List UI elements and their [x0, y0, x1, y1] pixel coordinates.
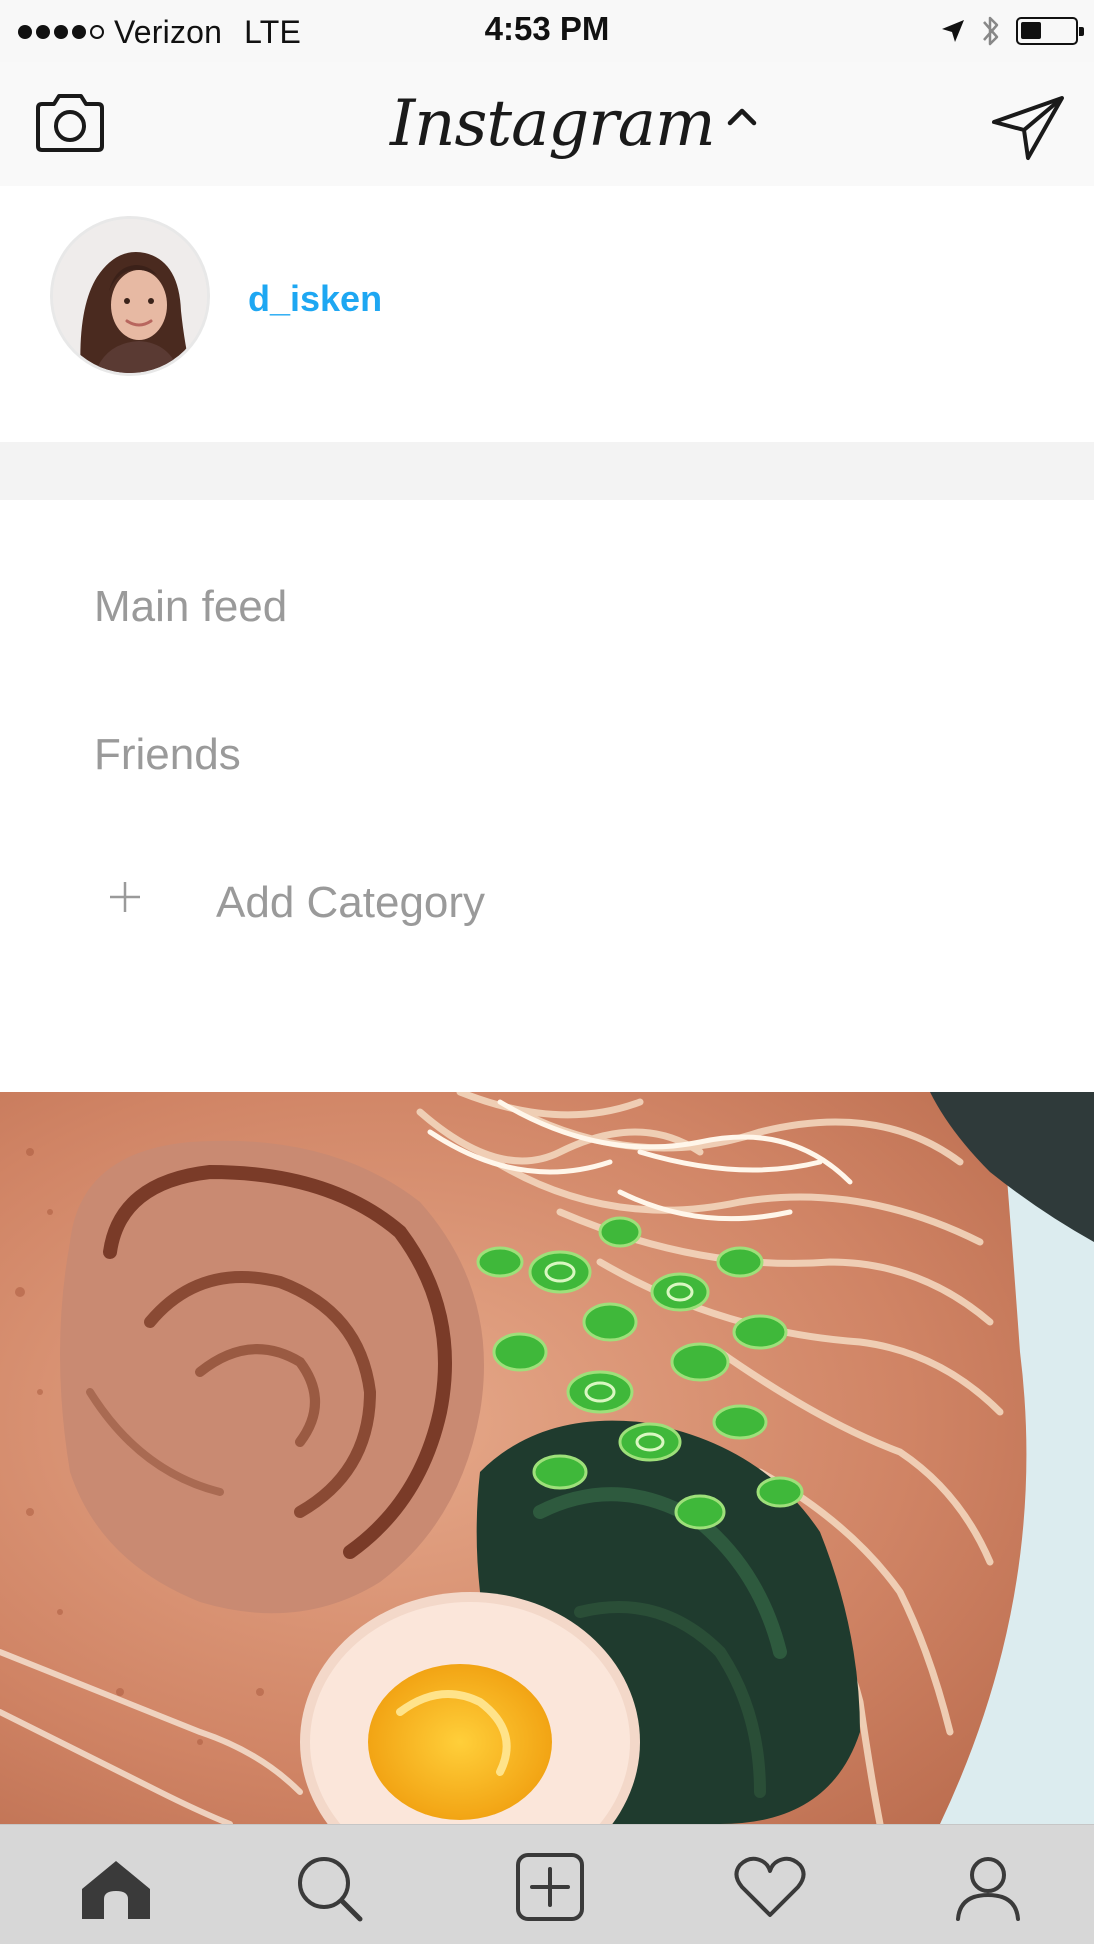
feed-switcher[interactable]: Instagram	[390, 74, 759, 174]
instagram-logo: Instagram	[390, 87, 716, 161]
search-icon[interactable]	[290, 1853, 370, 1923]
avatar-photo	[53, 219, 207, 373]
nav-bar: Instagram	[0, 62, 1094, 186]
battery-tip	[1079, 27, 1084, 36]
ramen-photo	[0, 1092, 1094, 1824]
feed-photo[interactable]	[0, 1092, 1094, 1824]
status-bar: Verizon LTE 4:53 PM	[0, 0, 1094, 62]
category-item-friends[interactable]: Friends	[94, 730, 241, 780]
category-list: Main feed Friends Add Category	[0, 500, 1094, 1092]
status-right	[940, 10, 1084, 52]
avatar[interactable]	[50, 216, 210, 376]
location-arrow-icon	[942, 20, 964, 42]
new-post-icon[interactable]	[510, 1853, 590, 1923]
camera-icon[interactable]	[30, 88, 110, 158]
bluetooth-icon	[983, 16, 999, 46]
app-screen: Verizon LTE 4:53 PM Instagram d_isken Ma…	[0, 0, 1094, 1944]
add-category-button[interactable]: Add Category	[94, 872, 574, 932]
category-item-main-feed[interactable]: Main feed	[94, 582, 287, 632]
profile-icon[interactable]	[948, 1853, 1028, 1923]
home-icon[interactable]	[76, 1853, 156, 1923]
chevron-up-icon	[727, 108, 756, 126]
battery-icon	[1016, 17, 1084, 45]
section-divider	[0, 442, 1094, 500]
profile-row[interactable]: d_isken	[0, 186, 1094, 442]
status-time: 4:53 PM	[484, 10, 610, 47]
heart-icon[interactable]	[730, 1853, 810, 1923]
add-category-label: Add Category	[216, 878, 486, 927]
profile-username[interactable]: d_isken	[248, 278, 382, 320]
paper-plane-icon[interactable]	[988, 92, 1068, 162]
plus-icon	[110, 882, 140, 912]
tab-bar	[0, 1824, 1094, 1944]
battery-level	[1021, 22, 1041, 39]
